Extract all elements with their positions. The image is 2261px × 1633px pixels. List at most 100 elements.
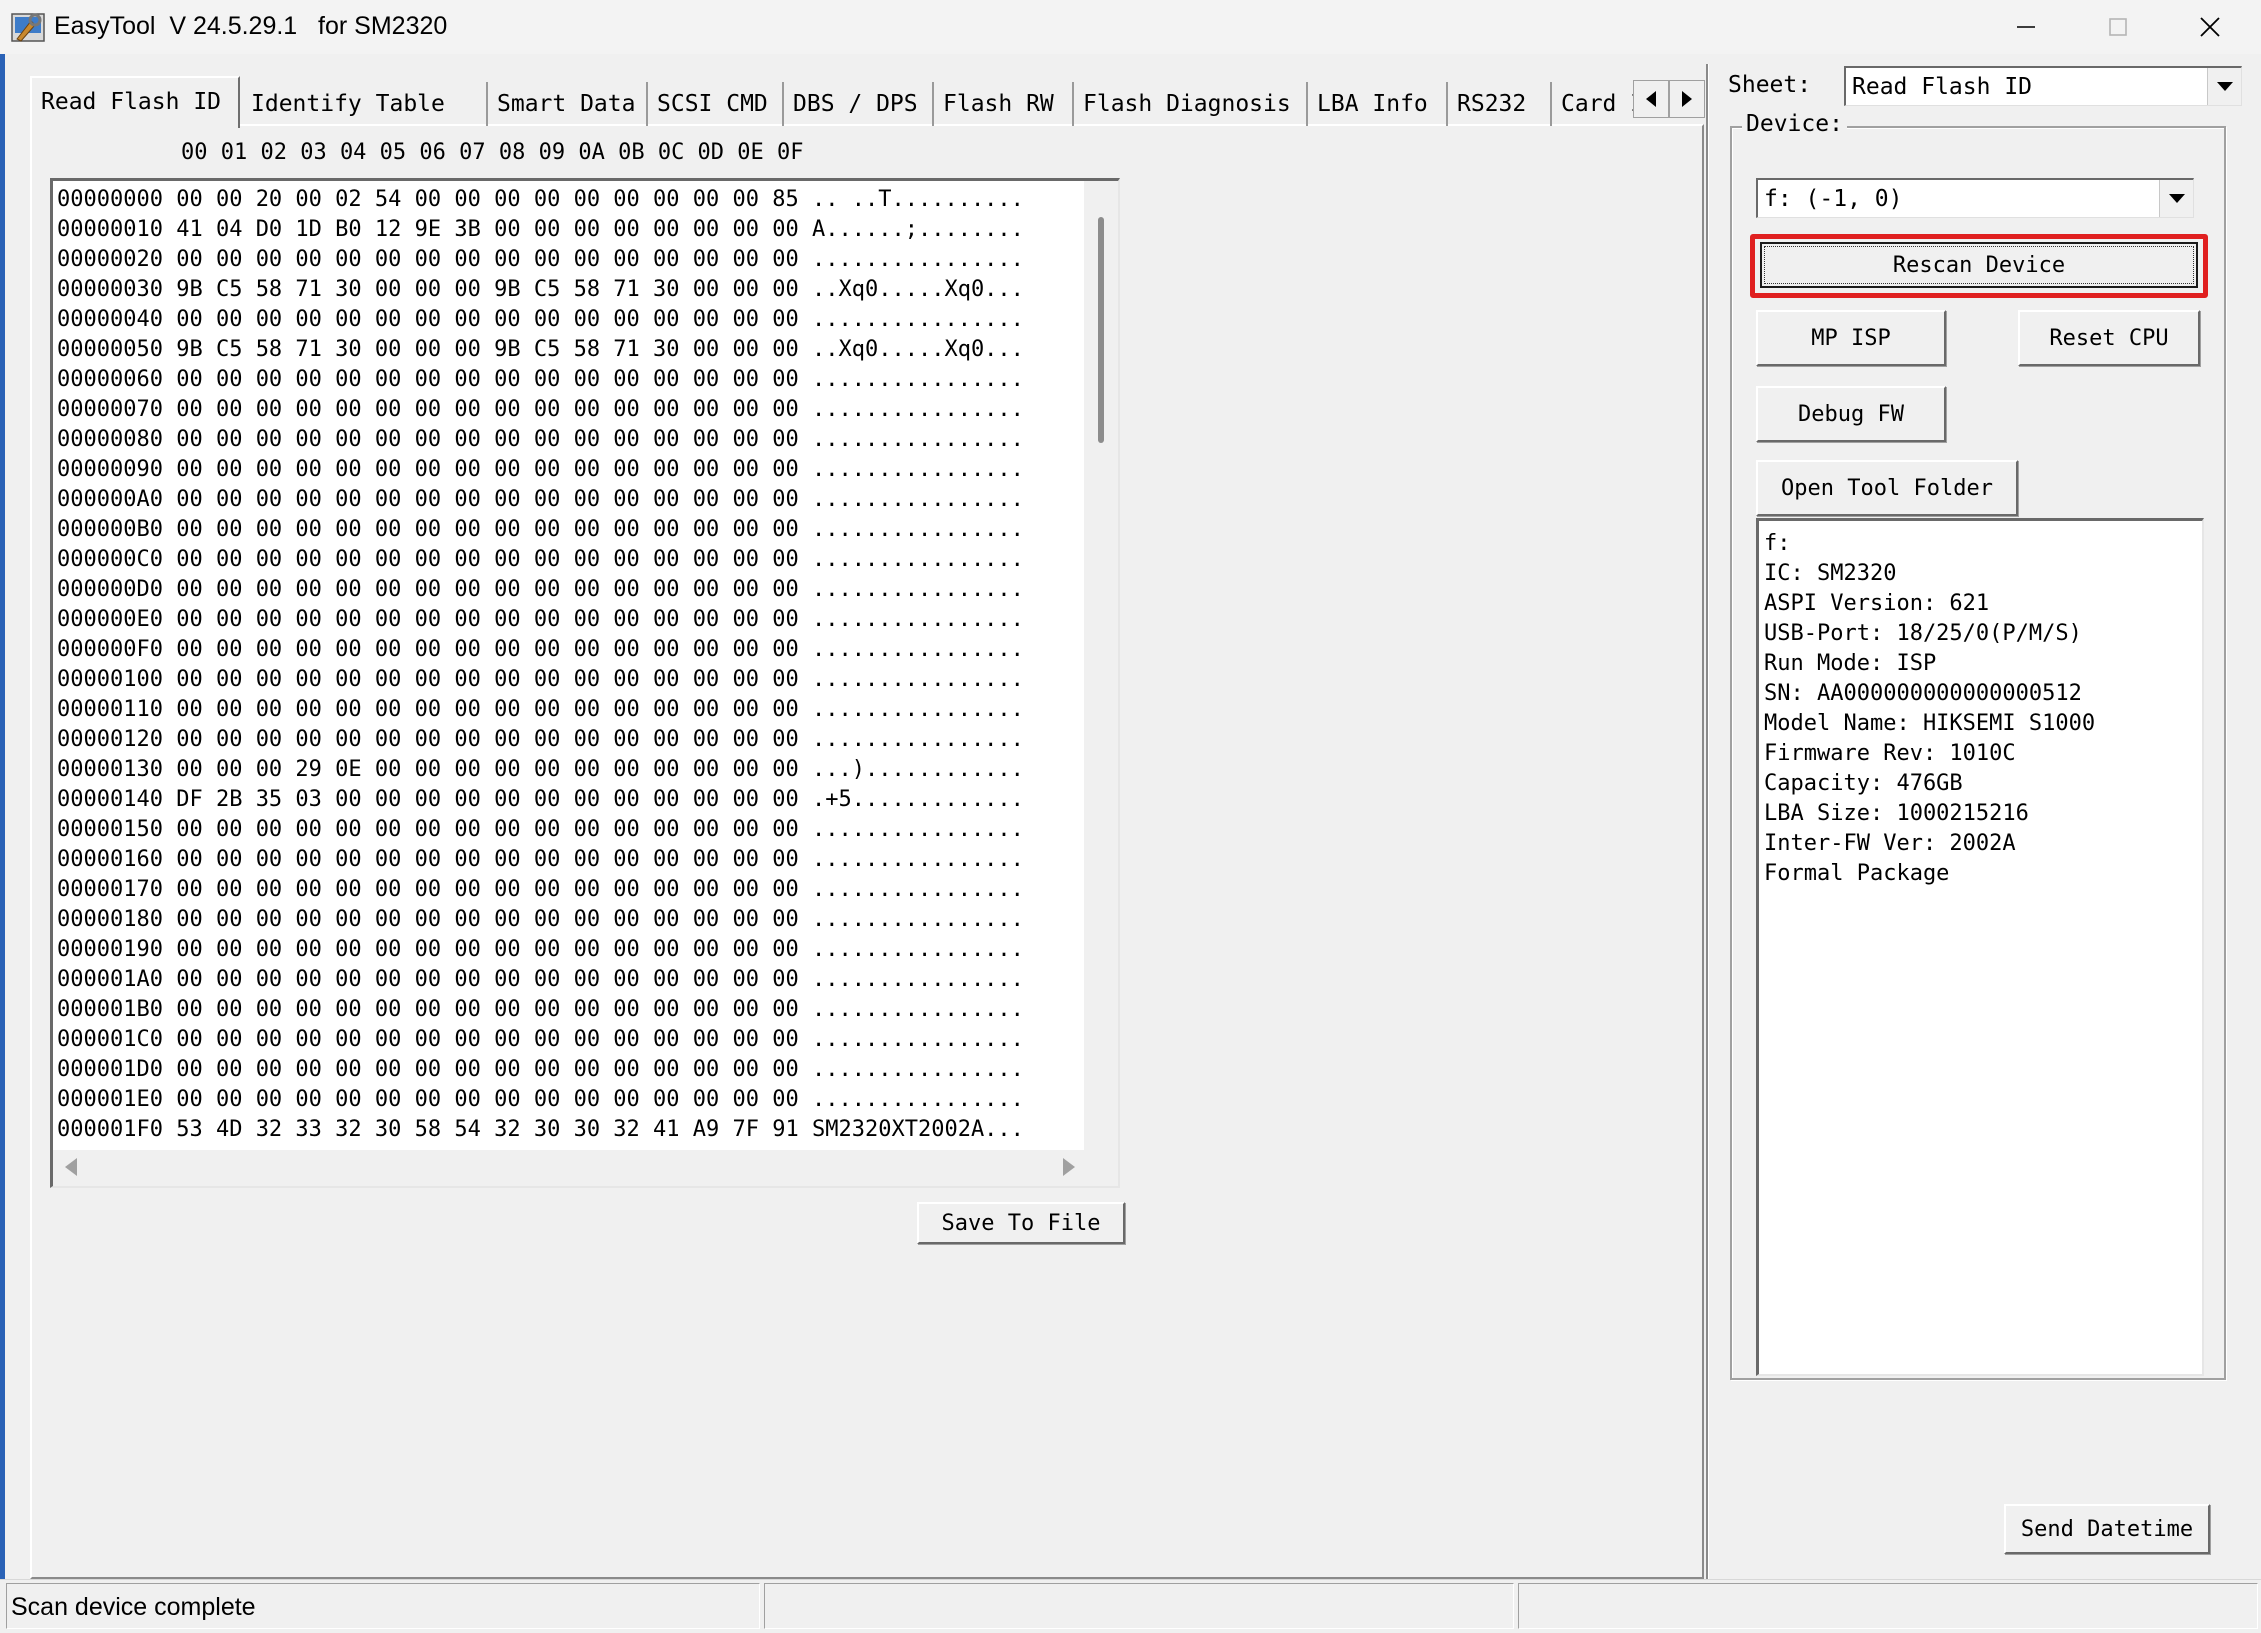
device-select[interactable]: f: (-1, 0) <box>1756 178 2194 218</box>
tab-dbs-dps[interactable]: DBS / DPS <box>784 82 934 126</box>
hex-row: 00000000 00 00 20 00 02 54 00 00 00 00 0… <box>57 185 1024 215</box>
hex-ascii: ................ <box>812 1027 1024 1052</box>
hex-ascii: ................ <box>812 307 1024 332</box>
device-label: Device: <box>1742 110 1847 138</box>
hex-ascii: ................ <box>812 427 1024 452</box>
close-icon <box>2200 17 2220 37</box>
save-to-file-button[interactable]: Save To File <box>917 1202 1125 1244</box>
hex-address: 00000140 <box>57 787 163 812</box>
tab-scroll-right-button[interactable] <box>1669 80 1705 118</box>
hex-view[interactable]: 00000000 00 00 20 00 02 54 00 00 00 00 0… <box>50 178 1120 1188</box>
hex-address: 000001E0 <box>57 1087 163 1112</box>
hex-row: 00000080 00 00 00 00 00 00 00 00 00 00 0… <box>57 425 1024 455</box>
mp-isp-button[interactable]: MP ISP <box>1756 310 1946 366</box>
open-tool-folder-button[interactable]: Open Tool Folder <box>1756 460 2018 516</box>
hex-bytes: 00 00 00 00 00 00 00 00 00 00 00 00 00 0… <box>176 1027 799 1052</box>
hex-bytes: 00 00 00 00 00 00 00 00 00 00 00 00 00 0… <box>176 607 799 632</box>
maximize-button[interactable] <box>2072 0 2164 54</box>
hex-address: 00000150 <box>57 817 163 842</box>
hex-ascii: ................ <box>812 517 1024 542</box>
hex-bytes: 00 00 00 00 00 00 00 00 00 00 00 00 00 0… <box>176 667 799 692</box>
hex-row: 000001D0 00 00 00 00 00 00 00 00 00 00 0… <box>57 1055 1024 1085</box>
sheet-dropdown-button[interactable] <box>2207 68 2241 105</box>
hex-address: 00000100 <box>57 667 163 692</box>
hex-ascii: ................ <box>812 967 1024 992</box>
hex-ascii: .. ..T.......... <box>812 187 1024 212</box>
device-info-line: ASPI Version: 621 <box>1764 591 1990 616</box>
device-dropdown-button[interactable] <box>2159 180 2193 217</box>
hex-address: 00000190 <box>57 937 163 962</box>
hex-bytes: 00 00 00 00 00 00 00 00 00 00 00 00 00 0… <box>176 907 799 932</box>
tab-identify-table[interactable]: Identify Table <box>242 82 488 126</box>
hex-ascii: ................ <box>812 367 1024 392</box>
hex-address: 00000090 <box>57 457 163 482</box>
hex-vertical-scroll-thumb[interactable] <box>1098 217 1104 443</box>
hex-ascii: SM2320XT2002A... <box>812 1117 1024 1142</box>
device-info-line: USB-Port: 18/25/0(P/M/S) <box>1764 621 2082 646</box>
triangle-left-icon <box>1646 91 1656 107</box>
hex-row: 00000050 9B C5 58 71 30 00 00 00 9B C5 5… <box>57 335 1024 365</box>
hex-row: 000000A0 00 00 00 00 00 00 00 00 00 00 0… <box>57 485 1024 515</box>
hex-row: 00000060 00 00 00 00 00 00 00 00 00 00 0… <box>57 365 1024 395</box>
tab-scroll-left-button[interactable] <box>1633 80 1669 118</box>
device-info-line: LBA Size: 1000215216 <box>1764 801 2029 826</box>
panel-splitter[interactable] <box>1706 64 1709 1579</box>
hex-ascii: ................ <box>812 877 1024 902</box>
send-datetime-button[interactable]: Send Datetime <box>2004 1504 2210 1554</box>
hex-row: 000000E0 00 00 00 00 00 00 00 00 00 00 0… <box>57 605 1024 635</box>
debug-fw-button[interactable]: Debug FW <box>1756 386 1946 442</box>
hex-address: 000001C0 <box>57 1027 163 1052</box>
minimize-button[interactable] <box>1980 0 2072 54</box>
hex-row: 000000F0 00 00 00 00 00 00 00 00 00 00 0… <box>57 635 1024 665</box>
tab-read-flash-id[interactable]: Read Flash ID <box>30 76 240 128</box>
hex-bytes: DF 2B 35 03 00 00 00 00 00 00 00 00 00 0… <box>176 787 799 812</box>
hex-ascii: ................ <box>812 937 1024 962</box>
hex-vertical-scrollbar[interactable] <box>1084 181 1118 1151</box>
tab-rs232[interactable]: RS232 <box>1448 82 1552 126</box>
hex-ascii: ................ <box>812 1057 1024 1082</box>
device-info-line: Firmware Rev: 1010C <box>1764 741 2016 766</box>
hex-row: 00000110 00 00 00 00 00 00 00 00 00 00 0… <box>57 695 1024 725</box>
hex-address: 00000080 <box>57 427 163 452</box>
scroll-left-arrow-icon[interactable] <box>65 1158 77 1176</box>
rescan-device-button[interactable]: Rescan Device <box>1760 242 2198 288</box>
hex-ascii: ................ <box>812 1087 1024 1112</box>
hex-address: 00000180 <box>57 907 163 932</box>
hex-bytes: 00 00 00 00 00 00 00 00 00 00 00 00 00 0… <box>176 697 799 722</box>
hex-row: 000001F0 53 4D 32 33 32 30 58 54 32 30 3… <box>57 1115 1024 1145</box>
hex-ascii: ..Xq0.....Xq0... <box>812 337 1024 362</box>
device-info-box[interactable]: f: IC: SM2320 ASPI Version: 621 USB-Port: 1… <box>1756 518 2204 1376</box>
sheet-label: Sheet: <box>1728 72 1812 98</box>
hex-bytes: 00 00 20 00 02 54 00 00 00 00 00 00 00 0… <box>176 187 799 212</box>
hex-ascii: ................ <box>812 487 1024 512</box>
hex-ascii: ..Xq0.....Xq0... <box>812 277 1024 302</box>
hex-ascii: ................ <box>812 547 1024 572</box>
tab-scsi-cmd[interactable]: SCSI CMD <box>648 82 784 126</box>
hex-address: 000001F0 <box>57 1117 163 1142</box>
hex-bytes: 00 00 00 00 00 00 00 00 00 00 00 00 00 0… <box>176 427 799 452</box>
hex-row: 000000C0 00 00 00 00 00 00 00 00 00 00 0… <box>57 545 1024 575</box>
tab-flash-rw[interactable]: Flash RW <box>934 82 1074 126</box>
hex-row: 00000070 00 00 00 00 00 00 00 00 00 00 0… <box>57 395 1024 425</box>
reset-cpu-button[interactable]: Reset CPU <box>2018 310 2200 366</box>
hex-address: 000000B0 <box>57 517 163 542</box>
hex-horizontal-scrollbar[interactable] <box>53 1150 1118 1186</box>
status-pane-2 <box>764 1583 1514 1629</box>
scroll-right-arrow-icon[interactable] <box>1063 1158 1075 1176</box>
hex-address: 00000010 <box>57 217 163 242</box>
close-button[interactable] <box>2164 0 2256 54</box>
device-info-line: Formal Package <box>1764 861 1950 886</box>
hex-bytes: 00 00 00 00 00 00 00 00 00 00 00 00 00 0… <box>176 1057 799 1082</box>
tab-smart-data[interactable]: Smart Data <box>488 82 648 126</box>
window-title: EasyTool V 24.5.29.1 for SM2320 <box>54 12 448 40</box>
window-left-edge <box>0 54 5 1633</box>
device-select-value: f: (-1, 0) <box>1764 186 1903 212</box>
tab-flash-diagnosis[interactable]: Flash Diagnosis <box>1074 82 1308 126</box>
hex-address: 000001B0 <box>57 997 163 1022</box>
hex-address: 000001A0 <box>57 967 163 992</box>
hex-address: 000001D0 <box>57 1057 163 1082</box>
sheet-select[interactable]: Read Flash ID <box>1844 66 2242 106</box>
hex-row: 00000030 9B C5 58 71 30 00 00 00 9B C5 5… <box>57 275 1024 305</box>
hex-row: 00000140 DF 2B 35 03 00 00 00 00 00 00 0… <box>57 785 1024 815</box>
tab-lba-info[interactable]: LBA Info <box>1308 82 1448 126</box>
